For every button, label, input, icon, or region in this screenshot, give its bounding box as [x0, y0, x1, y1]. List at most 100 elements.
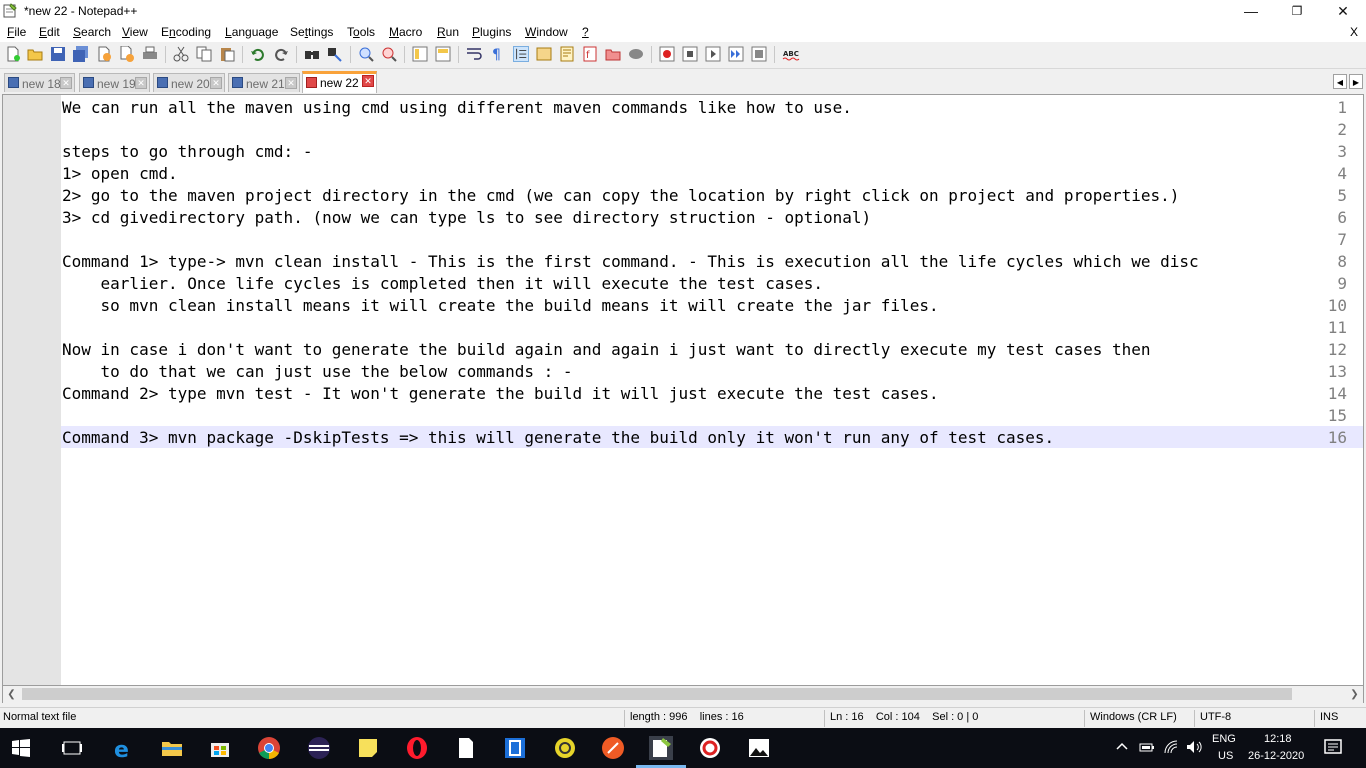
- scroll-right-arrow[interactable]: ❯: [1346, 686, 1363, 703]
- edge-browser-icon[interactable]: e: [112, 736, 136, 760]
- tab-close-icon[interactable]: ✕: [285, 77, 297, 89]
- menu-tools[interactable]: Tools: [347, 25, 375, 39]
- code-line[interactable]: steps to go through cmd: -: [62, 142, 312, 161]
- close-file-icon[interactable]: [96, 46, 112, 62]
- tab-new-18[interactable]: new 18 ✕: [4, 73, 75, 92]
- save-macro-icon[interactable]: [751, 46, 767, 62]
- paste-icon[interactable]: [219, 46, 235, 62]
- menu-view[interactable]: View: [122, 25, 148, 39]
- menu-file[interactable]: File: [7, 25, 26, 39]
- input-language[interactable]: ENG: [1212, 733, 1236, 745]
- monitoring-icon[interactable]: [628, 46, 644, 62]
- playback-macro-icon[interactable]: [705, 46, 721, 62]
- menu-language[interactable]: Language: [225, 25, 278, 39]
- redo-icon[interactable]: [273, 46, 289, 62]
- close-document-button[interactable]: X: [1350, 25, 1358, 39]
- battery-icon[interactable]: [1139, 740, 1155, 754]
- security-app-icon[interactable]: [698, 736, 722, 760]
- new-file-icon[interactable]: [5, 46, 21, 62]
- tab-new-20[interactable]: new 20 ✕: [153, 73, 225, 92]
- save-all-icon[interactable]: [73, 46, 89, 62]
- code-line[interactable]: 2> go to the maven project directory in …: [62, 186, 1179, 205]
- show-all-characters-icon[interactable]: ¶: [489, 46, 505, 62]
- menu-settings[interactable]: Settings: [290, 25, 333, 39]
- eclipse-icon[interactable]: [307, 736, 331, 760]
- photos-icon[interactable]: [747, 736, 771, 760]
- sync-vertical-icon[interactable]: [412, 46, 428, 62]
- menu-run[interactable]: Run: [437, 25, 459, 39]
- run-macro-multiple-icon[interactable]: [728, 46, 744, 62]
- windows-start-icon[interactable]: [12, 739, 30, 757]
- code-line[interactable]: We can run all the maven using cmd using…: [62, 98, 852, 117]
- blank-document-icon[interactable]: [454, 736, 478, 760]
- record-macro-icon[interactable]: [659, 46, 675, 62]
- folder-as-workspace-icon[interactable]: [605, 46, 621, 62]
- input-region[interactable]: US: [1218, 750, 1233, 762]
- file-explorer-icon[interactable]: [160, 736, 184, 760]
- code-line[interactable]: to do that we can just use the below com…: [62, 362, 573, 381]
- tab-close-icon[interactable]: ✕: [135, 77, 147, 89]
- close-button[interactable]: ✕: [1320, 0, 1366, 22]
- code-line[interactable]: Command 3> mvn package -DskipTests => th…: [62, 428, 1054, 447]
- code-line[interactable]: earlier. Once life cycles is completed t…: [62, 274, 823, 293]
- stop-recording-icon[interactable]: [682, 46, 698, 62]
- chrome-icon[interactable]: [257, 736, 281, 760]
- sticky-notes-icon[interactable]: [356, 736, 380, 760]
- word-wrap-icon[interactable]: [466, 46, 482, 62]
- minimize-button[interactable]: —: [1228, 0, 1274, 22]
- find-icon[interactable]: [304, 46, 320, 62]
- box-app-icon[interactable]: [503, 736, 527, 760]
- notepad-plus-plus-taskbar-icon[interactable]: [649, 736, 673, 760]
- wifi-icon[interactable]: [1163, 739, 1179, 755]
- menu-encoding[interactable]: Encoding: [161, 25, 211, 39]
- store-icon[interactable]: [208, 736, 232, 760]
- document-map-icon[interactable]: [559, 46, 575, 62]
- code-line[interactable]: 1> open cmd.: [62, 164, 178, 183]
- copy-icon[interactable]: [196, 46, 212, 62]
- menu-help[interactable]: ?: [582, 25, 589, 39]
- tab-scroll-left-button[interactable]: ◀: [1333, 74, 1347, 89]
- function-list-icon[interactable]: f: [582, 46, 598, 62]
- save-icon[interactable]: [50, 46, 66, 62]
- settings-gear-icon[interactable]: [553, 736, 577, 760]
- clock-date[interactable]: 26-12-2020: [1248, 750, 1304, 762]
- zoom-out-icon[interactable]: [381, 46, 397, 62]
- menu-window[interactable]: Window: [525, 25, 568, 39]
- menu-macro[interactable]: Macro: [389, 25, 422, 39]
- tab-close-icon[interactable]: ✕: [210, 77, 222, 89]
- close-all-icon[interactable]: [119, 46, 135, 62]
- user-defined-language-icon[interactable]: [536, 46, 552, 62]
- tab-new-21[interactable]: new 21 ✕: [228, 73, 300, 92]
- zoom-in-icon[interactable]: [358, 46, 374, 62]
- code-line[interactable]: so mvn clean install means it will creat…: [62, 296, 939, 315]
- spell-check-icon[interactable]: ABC: [782, 46, 800, 62]
- print-icon[interactable]: [142, 46, 158, 62]
- opera-icon[interactable]: [405, 736, 429, 760]
- scroll-left-arrow[interactable]: ❮: [3, 686, 20, 703]
- menu-plugins[interactable]: Plugins: [472, 25, 511, 39]
- show-hidden-icons-icon[interactable]: [1116, 741, 1128, 753]
- maximize-button[interactable]: ❐: [1274, 0, 1320, 22]
- menu-edit[interactable]: Edit: [39, 25, 60, 39]
- horizontal-scrollbar[interactable]: ❮ ❯: [2, 686, 1364, 703]
- undo-icon[interactable]: [250, 46, 266, 62]
- replace-icon[interactable]: [327, 46, 343, 62]
- code-line[interactable]: Command 1> type-> mvn clean install - Th…: [62, 252, 1199, 271]
- task-view-icon[interactable]: [60, 736, 84, 760]
- text-editor[interactable]: 1 We can run all the maven using cmd usi…: [2, 94, 1364, 686]
- cut-icon[interactable]: [173, 46, 189, 62]
- menu-search[interactable]: Search: [73, 25, 111, 39]
- scrollbar-thumb[interactable]: [22, 688, 1292, 700]
- clock-time[interactable]: 12:18: [1264, 733, 1292, 745]
- indent-guide-icon[interactable]: [513, 46, 529, 62]
- volume-icon[interactable]: [1186, 739, 1204, 755]
- tab-scroll-right-button[interactable]: ▶: [1349, 74, 1363, 89]
- code-line[interactable]: Now in case i don't want to generate the…: [62, 340, 1151, 359]
- tab-new-19[interactable]: new 19 ✕: [79, 73, 150, 92]
- code-line[interactable]: 3> cd givedirectory path. (now we can ty…: [62, 208, 871, 227]
- postman-icon[interactable]: [601, 736, 625, 760]
- open-file-icon[interactable]: [27, 46, 43, 62]
- tab-close-icon[interactable]: ✕: [362, 75, 374, 87]
- code-line[interactable]: Command 2> type mvn test - It won't gene…: [62, 384, 939, 403]
- notifications-icon[interactable]: [1324, 739, 1342, 756]
